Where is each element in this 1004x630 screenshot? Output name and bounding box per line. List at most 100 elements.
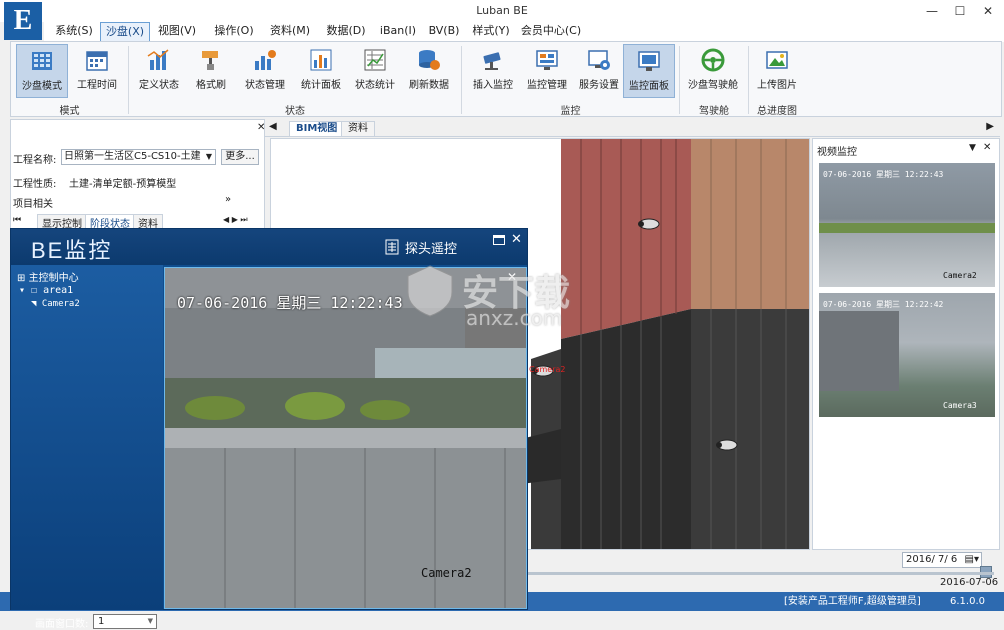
camera-timestamp: 07-06-2016 星期三 12:22:43 bbox=[823, 170, 944, 179]
menu-sandbox[interactable]: 沙盘(X) bbox=[100, 22, 150, 42]
menu-style[interactable]: 样式(Y) bbox=[468, 22, 514, 42]
tree-area-label: area1 bbox=[43, 285, 74, 296]
define-status-icon bbox=[147, 49, 169, 70]
tab-scroll-right-icon[interactable]: ▶ bbox=[986, 121, 994, 132]
sandbox-mode-label: 沙盘模式 bbox=[22, 81, 62, 92]
stats-panel-icon bbox=[310, 49, 332, 71]
status-user: [安装产品工程师F,超级管理员] bbox=[784, 596, 921, 607]
service-settings-button[interactable]: 服务设置 bbox=[573, 44, 625, 98]
status-manage-label: 状态管理 bbox=[245, 80, 285, 91]
app-logo: E bbox=[4, 2, 42, 40]
camera-marker[interactable] bbox=[716, 439, 738, 451]
menu-view[interactable]: 视图(V) bbox=[152, 22, 202, 42]
menu-bv[interactable]: BV(B) bbox=[424, 22, 464, 42]
window-count-label: 画面窗口数: bbox=[35, 619, 89, 630]
remote-control-icon bbox=[385, 239, 399, 255]
ptz-control-label[interactable]: 探头遥控 bbox=[405, 238, 457, 257]
status-stats-icon bbox=[364, 49, 386, 71]
project-related-label[interactable]: 项目相关 bbox=[13, 195, 53, 210]
status-stats-button[interactable]: 状态统计 bbox=[349, 44, 401, 98]
title-bar: Luban BE — ☐ ✕ bbox=[0, 0, 1004, 22]
monitor-close-icon[interactable]: ✕ bbox=[511, 232, 522, 247]
ribbon: 沙盘模式 工程时间 定义状态 格式刷 状态管理 统计面板 状态统计 刷新数据 插… bbox=[10, 41, 1002, 117]
group-label-cockpit: 驾驶舱 bbox=[699, 106, 729, 117]
project-name-select[interactable]: 日照第一生活区C5-CS10-土建 ▼ bbox=[61, 149, 216, 165]
menu-data[interactable]: 数据(D) bbox=[320, 22, 372, 42]
project-panel: ✕ 工程名称: 日照第一生活区C5-CS10-土建 ▼ 更多... 工程性质: … bbox=[10, 119, 265, 231]
sandbox-cockpit-button[interactable]: 沙盘驾驶舱 bbox=[683, 44, 743, 98]
more-button[interactable]: 更多... bbox=[221, 149, 259, 165]
menu-iban[interactable]: iBan(I) bbox=[376, 22, 420, 42]
service-settings-icon bbox=[588, 50, 610, 70]
status-version: 6.1.0.0 bbox=[950, 596, 985, 607]
menu-bar: 系统(S) 沙盘(X) 视图(V) 操作(O) 资料(M) 数据(D) iBan… bbox=[44, 22, 1004, 42]
insert-camera-button[interactable]: 插入监控 bbox=[467, 44, 519, 98]
camera-thumbnail[interactable]: 07-06-2016 星期三 12:22:43 Camera2 bbox=[819, 163, 995, 287]
tree-camera-label: Camera2 bbox=[41, 299, 80, 309]
watermark-shield-icon bbox=[407, 265, 453, 317]
panel-close-icon[interactable]: ✕ bbox=[983, 142, 991, 153]
format-brush-label: 格式刷 bbox=[196, 80, 226, 91]
project-type-label: 工程性质: bbox=[13, 179, 57, 190]
expand-chevron-icon[interactable]: » bbox=[225, 194, 231, 205]
upload-image-button[interactable]: 上传图片 bbox=[751, 44, 803, 98]
monitor-panel-button[interactable]: 监控面板 bbox=[623, 44, 675, 98]
tree-root-label: 主控制中心 bbox=[28, 273, 79, 284]
tab-bim-view[interactable]: BIM视图 bbox=[289, 121, 345, 136]
camera-thumbnail[interactable]: 07-06-2016 星期三 12:22:42 Camera3 bbox=[819, 293, 995, 417]
collapse-icon: ▾ ☐ bbox=[19, 285, 38, 296]
tab-prev-icon[interactable]: ⏮ bbox=[13, 215, 21, 225]
menu-materials[interactable]: 资料(M) bbox=[264, 22, 316, 42]
video-panel-title: 视频监控 bbox=[817, 147, 857, 158]
sandbox-mode-icon bbox=[32, 52, 52, 70]
sandbox-mode-button[interactable]: 沙盘模式 bbox=[16, 44, 68, 98]
camera-tree: ⊞ 主控制中心 ▾ ☐ area1 ◥ Camera2 画面窗口数: 1 ▼ bbox=[11, 265, 163, 630]
tab-nav-icon[interactable]: ◀ ▶ ⏭ bbox=[223, 215, 248, 225]
sandbox-cockpit-label: 沙盘驾驶舱 bbox=[688, 80, 738, 91]
calendar-dropdown-icon: ▤▾ bbox=[964, 554, 979, 565]
chevron-down-icon: ▼ bbox=[147, 617, 153, 625]
close-button[interactable]: ✕ bbox=[974, 2, 1002, 20]
camera-icon: ◥ bbox=[31, 299, 37, 309]
camera-label: Camera2 bbox=[529, 365, 566, 374]
window-count-select[interactable]: 1 ▼ bbox=[93, 614, 157, 629]
thumbnail-hedge bbox=[819, 223, 995, 233]
define-status-button[interactable]: 定义状态 bbox=[135, 44, 183, 98]
restore-icon[interactable] bbox=[493, 235, 505, 245]
minimize-button[interactable]: — bbox=[918, 2, 946, 20]
stats-panel-button[interactable]: 统计面板 bbox=[295, 44, 347, 98]
tree-area[interactable]: ▾ ☐ area1 bbox=[19, 285, 73, 296]
camera-marker[interactable] bbox=[638, 218, 660, 230]
refresh-data-button[interactable]: 刷新数据 bbox=[403, 44, 455, 98]
camera-manage-button[interactable]: 监控管理 bbox=[521, 44, 573, 98]
refresh-data-icon bbox=[419, 50, 440, 70]
date-picker[interactable]: 2016/ 7/ 6 ▤▾ bbox=[902, 552, 982, 568]
monitor-window-header[interactable]: BE监控 探头遥控 ✕ bbox=[11, 229, 527, 265]
tree-camera[interactable]: ◥ Camera2 bbox=[31, 299, 80, 309]
menu-operate[interactable]: 操作(O) bbox=[208, 22, 260, 42]
monitor-panel-icon bbox=[638, 51, 660, 71]
format-brush-icon bbox=[202, 51, 218, 70]
maximize-button[interactable]: ☐ bbox=[946, 2, 974, 20]
video-timestamp: 07-06-2016 星期三 12:22:43 bbox=[177, 294, 403, 312]
project-name-label: 工程名称: bbox=[13, 155, 57, 166]
tab-scroll-left-icon[interactable]: ◀ bbox=[269, 121, 277, 132]
window-title: Luban BE bbox=[476, 4, 528, 17]
service-settings-label: 服务设置 bbox=[579, 80, 619, 91]
project-time-button[interactable]: 工程时间 bbox=[71, 44, 123, 98]
refresh-data-label: 刷新数据 bbox=[409, 80, 449, 91]
group-label-progress: 总进度图 bbox=[757, 106, 797, 117]
calendar-icon bbox=[86, 51, 108, 71]
menu-system[interactable]: 系统(S) bbox=[48, 22, 100, 42]
monitor-window-title: BE监控 bbox=[31, 238, 113, 263]
panel-dropdown-icon[interactable]: ▼ bbox=[969, 143, 976, 153]
menu-member[interactable]: 会员中心(C) bbox=[518, 22, 584, 42]
tab-materials-center[interactable]: 资料 bbox=[341, 121, 375, 136]
camera-name: Camera2 bbox=[943, 271, 977, 280]
format-brush-button[interactable]: 格式刷 bbox=[187, 44, 235, 98]
video-camera-name: Camera2 bbox=[421, 566, 472, 580]
camera-timestamp: 07-06-2016 星期三 12:22:42 bbox=[823, 300, 944, 309]
tree-root[interactable]: ⊞ 主控制中心 bbox=[17, 269, 79, 284]
watermark-sub: anxz.com bbox=[466, 306, 563, 330]
status-manage-button[interactable]: 状态管理 bbox=[239, 44, 291, 98]
